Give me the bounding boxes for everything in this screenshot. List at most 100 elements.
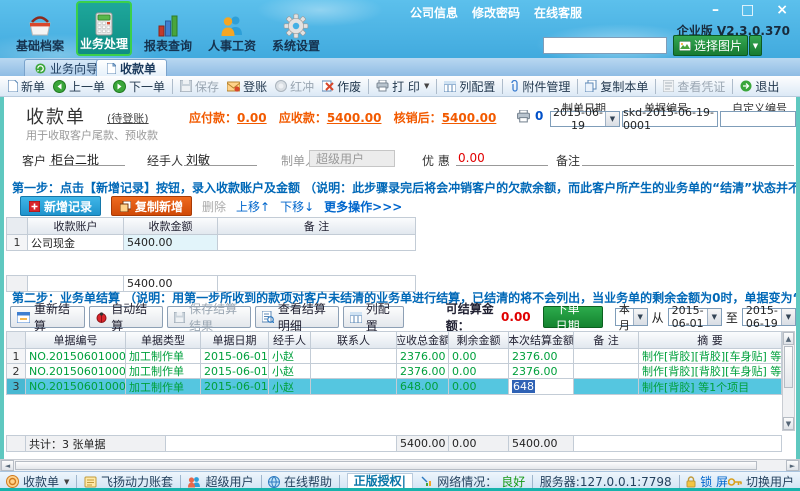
handler-input[interactable]: 刘敏 — [184, 151, 257, 167]
copy-doc-button[interactable]: 复制本单 — [581, 77, 652, 96]
col-total[interactable]: 应收总金额 — [397, 331, 449, 349]
add-record-button[interactable]: 新增记录 — [20, 196, 102, 216]
copy-icon — [584, 79, 597, 93]
nav-hr-payroll[interactable]: 人事工资 — [204, 1, 260, 56]
order-row-selected[interactable]: 3 NO.201506010006 加工制作单 2015-06-01 小赵 64… — [6, 379, 782, 395]
auto-settle-icon — [96, 311, 107, 323]
ledger-icon — [226, 81, 241, 92]
to-date-select[interactable]: 2015-06-19 ▼ — [741, 304, 796, 330]
col-account[interactable]: 收款账户 — [28, 217, 124, 235]
orders-vertical-scrollbar[interactable]: ▲ ▼ — [782, 331, 795, 431]
from-date-select[interactable]: 2015-06-01 ▼ — [667, 304, 722, 330]
customer-label: 客户 — [22, 154, 47, 168]
totals-settle: 5400.00 — [509, 435, 574, 452]
close-button[interactable]: × — [776, 2, 788, 18]
col-handler[interactable]: 经手人 — [269, 331, 311, 349]
col-settle[interactable]: 本次结算金额 — [509, 331, 574, 349]
print-count-icon[interactable] — [516, 108, 531, 123]
scroll-right-button[interactable]: ► — [786, 460, 799, 471]
copy-add-button[interactable]: 复制新增 — [111, 196, 193, 216]
save-button[interactable]: 保存 — [176, 77, 223, 96]
col-amount[interactable]: 收款金额 — [124, 217, 218, 235]
move-down-link[interactable]: 下移↓ — [280, 198, 314, 215]
col-contact[interactable]: 联系人 — [311, 331, 397, 349]
scroll-up-button[interactable]: ▲ — [783, 332, 794, 345]
move-up-link[interactable]: 上移↑ — [236, 198, 270, 215]
print-count: 0 — [535, 109, 544, 123]
lock-icon — [686, 475, 696, 488]
bar-chart-icon — [155, 13, 181, 39]
titlebar: 基础档案 业务处理 报表查询 人事工资 系统设置 公司信息 修改密码 在线客服 … — [0, 0, 800, 58]
prev-doc-button[interactable]: 上一单 — [49, 77, 109, 96]
col-remain[interactable]: 剩余金额 — [449, 331, 509, 349]
settleable-amount-label: 可结算金额： — [445, 302, 494, 333]
save-settle-button[interactable]: 保存结算结果 — [167, 302, 251, 333]
amount-cell: 5400.00 — [124, 235, 218, 251]
view-voucher-button[interactable]: 查看凭证 — [659, 77, 729, 96]
next-doc-button[interactable]: 下一单 — [109, 77, 169, 96]
page-title: 收款单 — [26, 107, 86, 128]
period-select[interactable]: 本月 ▼ — [614, 303, 648, 332]
exit-button[interactable]: 退出 — [736, 77, 783, 96]
image-path-input[interactable] — [542, 37, 667, 54]
doc-no-field[interactable]: skd-2015-06-19-0001 — [622, 106, 718, 132]
online-service-link[interactable]: 在线客服 — [534, 4, 582, 21]
pick-image-dropdown[interactable]: ▼ — [749, 35, 762, 56]
col-doc-no[interactable]: 单据编号 — [26, 331, 126, 349]
customer-input[interactable]: 柜台二批 — [49, 151, 125, 167]
red-flush-icon — [275, 80, 288, 92]
settle-columns-icon — [349, 311, 363, 323]
auto-settle-button[interactable]: 自动结算 — [89, 302, 164, 333]
attachments-button[interactable]: 附件管理 — [506, 77, 574, 96]
col-remark2[interactable]: 备 注 — [574, 331, 639, 349]
scroll-down-button[interactable]: ▼ — [783, 417, 794, 430]
order-row[interactable]: 2 NO.201506010004 加工制作单 2015-06-01 小赵 23… — [6, 364, 782, 379]
col-doc-type[interactable]: 单据类型 — [126, 331, 201, 349]
gear-icon — [283, 13, 309, 39]
void-doc-button[interactable]: 作废 — [318, 77, 365, 96]
calculator-icon — [91, 11, 117, 37]
order-date-button[interactable]: 下单日期 — [542, 302, 603, 333]
post-account-button[interactable]: 登账 — [223, 77, 271, 96]
settle-amount-edit-cell[interactable]: 648 — [509, 379, 574, 395]
change-password-link[interactable]: 修改密码 — [472, 4, 520, 21]
company-info-link[interactable]: 公司信息 — [410, 4, 458, 21]
page-subtitle: 用于收取客户尾款、预收款 — [26, 129, 158, 142]
pick-image-button[interactable]: 选择图片 — [672, 35, 748, 56]
red-flush-button[interactable]: 红冲 — [271, 77, 318, 96]
minimize-button[interactable]: – — [712, 2, 719, 18]
doc-date-field[interactable]: 2015-06-19 ▼ — [550, 106, 620, 132]
nav-business[interactable]: 业务处理 — [76, 1, 132, 56]
discount-label: 优 惠 — [422, 154, 450, 168]
recalculate-button[interactable]: 重新结算 — [10, 302, 86, 333]
custom-no-field[interactable] — [720, 111, 796, 127]
nav-basic-files[interactable]: 基础档案 — [12, 1, 68, 56]
printer-icon — [376, 79, 389, 92]
delete-row-link[interactable]: 删除 — [202, 198, 226, 215]
view-settle-detail-button[interactable]: 查看结算明细 — [254, 302, 339, 333]
maximize-button[interactable]: □ — [741, 2, 754, 18]
col-doc-date[interactable]: 单据日期 — [201, 331, 269, 349]
nav-reports[interactable]: 报表查询 — [140, 1, 196, 56]
remark-input[interactable] — [582, 151, 794, 166]
totals-receivable: 5400.00 — [397, 435, 449, 452]
col-remark[interactable]: 备 注 — [218, 217, 416, 235]
column-config-button[interactable]: 列配置 — [440, 77, 499, 96]
main-nav: 基础档案 业务处理 报表查询 人事工资 系统设置 — [12, 1, 324, 56]
date-dropdown-button[interactable]: ▼ — [605, 112, 619, 126]
totals-label: 共计：3 张单据 — [26, 435, 166, 452]
save-icon — [179, 79, 193, 93]
order-row[interactable]: 1 NO.201506010003 加工制作单 2015-06-01 小赵 23… — [6, 349, 782, 364]
discount-input[interactable]: 0.00 — [456, 151, 548, 166]
add-icon — [28, 200, 41, 212]
summary-amounts: 应付款：0.00 应收款：5400.00 核销后：5400.00 — [189, 111, 497, 125]
new-doc-button[interactable]: 新单 — [4, 77, 49, 96]
print-button[interactable]: 打 印 ▼ — [372, 77, 433, 96]
more-actions-link[interactable]: 更多操作>>> — [324, 198, 402, 215]
tab-receipt-form[interactable]: 收款单 — [96, 59, 168, 77]
col-summary[interactable]: 摘 要 — [639, 331, 782, 349]
account-row[interactable]: 1 公司现金 5400.00 — [6, 235, 416, 251]
nav-settings[interactable]: 系统设置 — [268, 1, 324, 56]
settle-column-config-button[interactable]: 列配置 — [342, 302, 404, 333]
scroll-left-button[interactable]: ◄ — [1, 460, 14, 471]
